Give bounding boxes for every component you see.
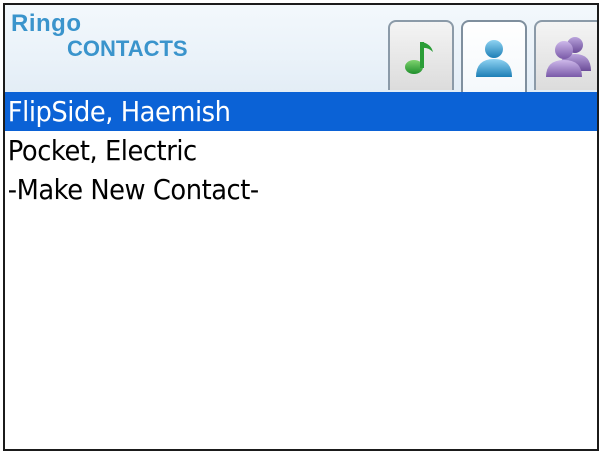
list-item[interactable]: Pocket, Electric (5, 131, 597, 170)
tab-contact[interactable] (461, 20, 527, 93)
brand-top: Ringo (11, 10, 82, 37)
contact-list: FlipSide, Haemish Pocket, Electric -Make… (5, 92, 597, 209)
tab-group[interactable] (534, 20, 597, 90)
app-logo: Ringo CONTACTS (11, 10, 188, 62)
people-group-icon (546, 37, 591, 77)
brand-bottom: CONTACTS (67, 36, 188, 61)
tab-music[interactable] (388, 20, 454, 90)
make-new-contact-label[interactable]: -Make New Contact- (5, 170, 550, 209)
music-note-icon (405, 42, 433, 74)
contact-name[interactable]: FlipSide, Haemish (5, 92, 550, 131)
list-item-selected[interactable]: FlipSide, Haemish (5, 92, 597, 131)
ringo-screen: Ringo CONTACTS FlipSide, Haemish Pocket,… (3, 3, 599, 451)
person-icon (476, 39, 512, 77)
contact-name[interactable]: Pocket, Electric (5, 131, 550, 170)
make-new-contact-item[interactable]: -Make New Contact- (5, 170, 597, 209)
app-header: Ringo CONTACTS (5, 5, 597, 93)
